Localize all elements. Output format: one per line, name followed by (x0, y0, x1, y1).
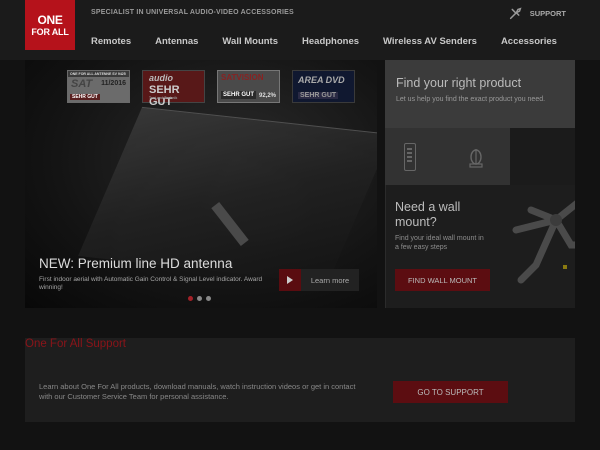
logo-text-line2: FOR ALL (31, 26, 69, 37)
nav-item-wall-mounts[interactable]: Wall Mounts (222, 36, 278, 47)
badge-area-brand: AREA DVD (298, 75, 345, 85)
badge-sat-grade: SEHR GUT (70, 94, 100, 100)
site-header: ONE FOR ALL SPECIALIST IN UNIVERSAL AUDI… (0, 0, 600, 60)
support-link-label: SUPPORT (529, 9, 566, 18)
wrench-icon (509, 7, 522, 20)
badge-satvision-brand: SATVISION (221, 73, 264, 82)
badge-sat-caption: ONE FOR ALL ANTENNE SV 9425 (68, 71, 129, 77)
nav-item-antennas[interactable]: Antennas (155, 36, 198, 47)
hero-slider: ONE FOR ALL ANTENNE SV 9425 SAT 11/2016 … (25, 60, 377, 308)
award-badge-area-dvd: AREA DVD SEHR GUT (292, 70, 355, 103)
badge-audio-brand: audio (149, 73, 173, 83)
support-link[interactable]: SUPPORT (509, 7, 566, 20)
product-finder-subtitle: Let us help you find the exact product y… (396, 96, 546, 103)
logo[interactable]: ONE FOR ALL (25, 0, 75, 50)
badge-sat-brand: SAT (71, 78, 93, 90)
product-finder-title: Find your right product (396, 76, 522, 90)
award-badge-sat: ONE FOR ALL ANTENNE SV 9425 SAT 11/2016 … (67, 70, 130, 103)
tagline: SPECIALIST IN UNIVERSAL AUDIO-VIDEO ACCE… (91, 9, 294, 16)
support-title: One For All Support (25, 338, 126, 350)
play-video-button[interactable] (279, 269, 301, 291)
nav-item-accessories[interactable]: Accessories (501, 36, 557, 47)
award-badge-satvision: SATVISION SEHR GUT 92,2% (217, 70, 280, 103)
award-badge-audio: audio SEHR GUT Test und Technik (142, 70, 205, 108)
support-description: Learn about One For All products, downlo… (39, 382, 356, 401)
nav-item-wireless-av-senders[interactable]: Wireless AV Senders (383, 36, 477, 47)
support-section: One For All Support Learn about One For … (25, 338, 575, 422)
logo-text-line1: ONE (37, 12, 63, 27)
nav-item-headphones[interactable]: Headphones (302, 36, 359, 47)
slider-dot-1[interactable] (188, 296, 193, 301)
go-to-support-button[interactable]: GO TO SUPPORT (393, 381, 508, 403)
wall-mount-title: Need a wall mount? (395, 200, 461, 229)
main-nav: Remotes Antennas Wall Mounts Headphones … (91, 36, 581, 47)
badge-audio-sub: Test und Technik (149, 96, 178, 100)
slider-dot-2[interactable] (197, 296, 202, 301)
badge-satvision-score: 92,2% (258, 93, 276, 99)
slider-dots (188, 296, 211, 301)
badge-sat-date: 11/2016 (101, 80, 126, 87)
nav-item-remotes[interactable]: Remotes (91, 36, 131, 47)
badge-area-grade: SEHR GUT (298, 92, 339, 99)
remote-icon[interactable] (404, 143, 416, 171)
award-badges: ONE FOR ALL ANTENNE SV 9425 SAT 11/2016 … (67, 70, 355, 108)
product-finder-shadow (510, 128, 575, 185)
learn-more-button[interactable]: Learn more (301, 269, 359, 291)
hero-description: First indoor aerial with Automatic Gain … (39, 276, 263, 291)
wall-mount-subtitle: Find your ideal wall mount in a few easy… (395, 235, 484, 251)
hero-title: NEW: Premium line HD antenna (39, 256, 233, 271)
wall-mount-panel: Need a wall mount? Find your ideal wall … (385, 185, 575, 308)
badge-satvision-grade: SEHR GUT (221, 91, 257, 99)
antenna-icon[interactable] (467, 148, 485, 168)
find-wall-mount-button[interactable]: FIND WALL MOUNT (395, 269, 490, 291)
wall-mount-bracket-image (512, 200, 575, 284)
slider-dot-3[interactable] (206, 296, 211, 301)
